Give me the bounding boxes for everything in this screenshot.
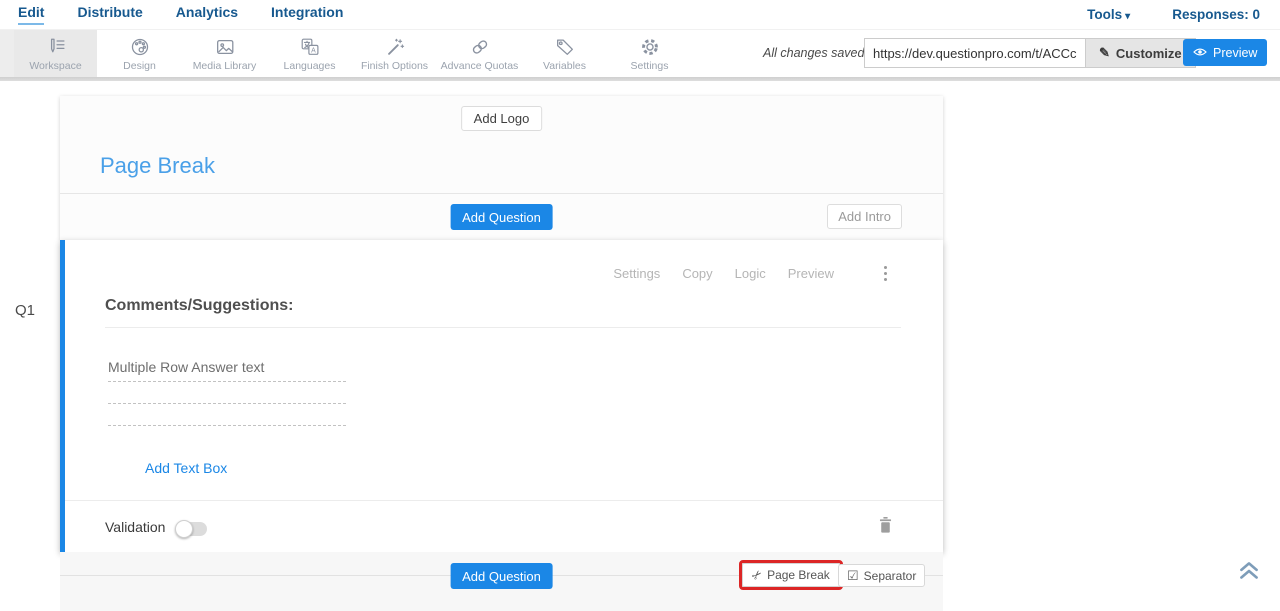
palette-icon [128, 36, 152, 58]
question-logic-link[interactable]: Logic [735, 266, 766, 281]
survey-url-input[interactable] [864, 38, 1085, 68]
toggle-knob [175, 520, 193, 538]
tab-finish-options[interactable]: Finish Options [352, 30, 437, 77]
toolbar-edge-spacer [0, 30, 14, 77]
question-number-label: Q1 [15, 302, 35, 319]
tools-menu[interactable]: Tools▾ [1087, 7, 1130, 22]
tab-variables[interactable]: Variables [522, 30, 607, 77]
gear-icon [638, 36, 662, 58]
primary-nav: Edit Distribute Analytics Integration [0, 4, 343, 25]
translate-icon: A [298, 36, 322, 58]
autosave-status: All changes saved [763, 46, 864, 60]
question-title[interactable]: Comments/Suggestions: [105, 297, 293, 315]
tab-label: Settings [631, 60, 669, 72]
kebab-menu-icon[interactable] [882, 264, 889, 283]
top-navbar: Edit Distribute Analytics Integration To… [0, 0, 1280, 30]
preview-button[interactable]: Preview [1183, 39, 1267, 66]
separator-button[interactable]: ☑ Separator [838, 564, 925, 587]
svg-text:A: A [311, 47, 316, 54]
question-menu-row: Settings Copy Logic Preview [613, 264, 943, 283]
validation-toggle[interactable] [177, 522, 207, 536]
tab-label: Design [123, 60, 156, 72]
tab-label: Advance Quotas [441, 60, 519, 72]
checkbox-icon: ☑ [847, 568, 859, 584]
magic-wand-icon [383, 36, 407, 58]
survey-header-card: Add Logo Page Break Add Question Add Int… [60, 96, 943, 240]
pencil-lines-icon [44, 36, 68, 58]
add-intro-button[interactable]: Add Intro [827, 204, 902, 229]
question-settings-link[interactable]: Settings [613, 266, 660, 281]
editor-toolbar: Workspace Design Media Li [0, 30, 1280, 77]
page-title[interactable]: Page Break [100, 153, 215, 179]
toolbar-tabs: Workspace Design Media Li [14, 30, 692, 77]
chevron-down-icon: ▾ [1125, 11, 1130, 22]
answer-row-line [108, 403, 346, 404]
trash-icon[interactable] [876, 514, 895, 538]
question-divider [105, 327, 901, 328]
add-text-box-link[interactable]: Add Text Box [145, 460, 227, 476]
tag-icon [553, 36, 577, 58]
nav-item-integration[interactable]: Integration [271, 4, 343, 25]
nav-right-group: Tools▾ Responses: 0 [1087, 7, 1280, 22]
validation-label: Validation [105, 519, 165, 535]
answer-row-line [108, 425, 346, 426]
page-break-button[interactable]: ✂ Page Break [742, 563, 840, 587]
toolbar-divider [0, 77, 1280, 81]
nav-item-distribute[interactable]: Distribute [77, 4, 142, 25]
responses-count[interactable]: Responses: 0 [1172, 7, 1260, 22]
add-question-button[interactable]: Add Question [450, 204, 553, 230]
add-logo-button[interactable]: Add Logo [461, 106, 543, 131]
question-card: Settings Copy Logic Preview Comments/Sug… [60, 240, 943, 552]
tab-advance-quotas[interactable]: Advance Quotas [437, 30, 522, 77]
eye-icon [1193, 46, 1207, 60]
nav-item-analytics[interactable]: Analytics [176, 4, 238, 25]
add-question-button-bottom[interactable]: Add Question [450, 563, 553, 589]
pencil-icon: ✎ [1099, 45, 1110, 61]
tab-workspace[interactable]: Workspace [14, 30, 97, 77]
tab-label: Finish Options [361, 60, 428, 72]
tab-label: Workspace [29, 60, 81, 72]
tab-media-library[interactable]: Media Library [182, 30, 267, 77]
tab-settings[interactable]: Settings [607, 30, 692, 77]
page-break-highlight-box: ✂ Page Break [739, 560, 843, 590]
tab-label: Languages [284, 60, 336, 72]
question-copy-link[interactable]: Copy [682, 266, 712, 281]
chain-links-icon [468, 36, 492, 58]
answer-placeholder-text[interactable]: Multiple Row Answer text [108, 359, 264, 375]
header-actions-row: Add Question Add Intro [60, 193, 943, 240]
answer-row-line [108, 381, 346, 382]
scroll-to-top-button[interactable] [1236, 560, 1262, 585]
tab-languages[interactable]: A Languages [267, 30, 352, 77]
image-icon [213, 36, 237, 58]
tab-design[interactable]: Design [97, 30, 182, 77]
customize-button[interactable]: ✎ Customize [1085, 38, 1196, 68]
tab-label: Media Library [193, 60, 257, 72]
survey-url-group: ✎ Customize [864, 38, 1196, 68]
next-section-card: Add Question ✂ Page Break ☑ Separator [60, 552, 943, 611]
question-footer-divider [65, 500, 943, 501]
nav-item-edit[interactable]: Edit [18, 4, 44, 25]
question-preview-link[interactable]: Preview [788, 266, 834, 281]
scissors-icon: ✂ [749, 566, 766, 583]
tab-label: Variables [543, 60, 586, 72]
